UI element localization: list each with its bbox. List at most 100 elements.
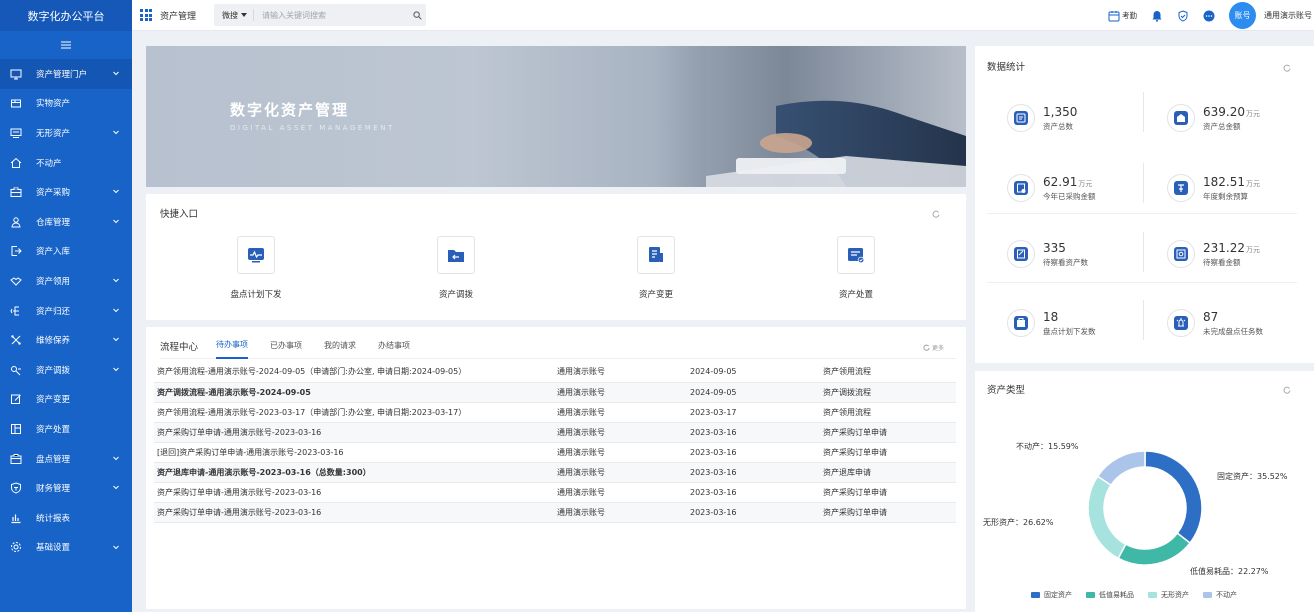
pending-assets-icon xyxy=(1007,240,1035,268)
more-link[interactable]: 更多 xyxy=(923,343,944,352)
menu-toggle-icon[interactable] xyxy=(0,31,132,59)
sidebar-item-edit[interactable]: 资产变更 xyxy=(0,385,132,415)
sidebar-item-label: 资产采购 xyxy=(36,188,71,199)
legend-item[interactable]: 固定资产 xyxy=(1031,590,1072,600)
sidebar-item-chart[interactable]: 统计报表 xyxy=(0,503,132,533)
sidebar-item-home[interactable]: 不动产 xyxy=(0,148,132,178)
chevron-down-icon xyxy=(112,69,120,77)
legend-label: 低值易耗品 xyxy=(1099,591,1134,599)
stat-value: 182.51 xyxy=(1203,174,1245,189)
flow-row-title[interactable]: 资产退库申请-通用演示账号-2023-03-16（总数量:300） xyxy=(154,462,554,483)
sidebar-item-box[interactable]: 实物资产 xyxy=(0,89,132,119)
quick-entry-asset-change[interactable]: 资产变更 xyxy=(596,236,716,300)
tab-todo[interactable]: 待办事项 xyxy=(216,333,249,359)
tab-closed[interactable]: 办结事项 xyxy=(378,333,410,359)
table-row[interactable]: 资产调拨流程-通用演示账号-2024-09-05 通用演示账号 2024-09-05… xyxy=(154,382,956,403)
sidebar-item-label: 不动产 xyxy=(36,158,62,169)
import-icon xyxy=(9,245,22,258)
avatar[interactable]: 账号 xyxy=(1229,2,1256,29)
tab-done[interactable]: 已办事项 xyxy=(270,333,302,359)
pie-slice-low-value-consumables[interactable] xyxy=(1117,532,1192,566)
attendance-button[interactable]: 考勤 xyxy=(1108,10,1137,22)
stat-label: 年度剩余预算 xyxy=(1203,191,1248,201)
stat-unfinished-task: 87 未完成盘点任务数 xyxy=(1167,298,1314,348)
table-row[interactable]: 资产领用流程-通用演示账号-2023-03-17（申请部门:办公室, 申请日期:… xyxy=(154,402,956,423)
table-row[interactable]: 资产采购订单申请-通用演示账号-2023-03-16 通用演示账号 2023-03-… xyxy=(154,502,956,523)
apps-grid-icon[interactable] xyxy=(140,9,152,21)
stat-label: 未完成盘点任务数 xyxy=(1203,326,1263,336)
asset-count-icon xyxy=(1007,104,1035,132)
sidebar-item-dispose[interactable]: 资产处置 xyxy=(0,414,132,444)
sidebar-item-warehouse[interactable]: 仓库管理 xyxy=(0,207,132,237)
search-input[interactable] xyxy=(254,5,409,25)
flow-row-title[interactable]: 资产采购订单申请-通用演示账号-2023-03-16 xyxy=(154,422,554,443)
legend-item[interactable]: 低值易耗品 xyxy=(1086,590,1134,600)
quick-entry-asset-dispose[interactable]: 资产处置 xyxy=(796,236,916,300)
pie-slice-intangible-assets[interactable] xyxy=(1087,475,1127,560)
legend-item[interactable]: 不动产 xyxy=(1203,590,1237,600)
table-row[interactable]: 资产采购订单申请-通用演示账号-2023-03-16 通用演示账号 2023-03-… xyxy=(154,422,956,443)
tools-icon xyxy=(9,334,22,347)
flow-row-title[interactable]: 资产领用流程-通用演示账号-2023-03-17（申请部门:办公室, 申请日期:… xyxy=(154,402,554,423)
flow-row-date: 2023-03-16 xyxy=(687,422,820,443)
flow-row-date: 2024-09-05 xyxy=(687,382,820,403)
username[interactable]: 通用演示账号 xyxy=(1264,10,1312,21)
sidebar-item-transfer[interactable]: 资产调拨 xyxy=(0,355,132,385)
chevron-down-icon xyxy=(112,483,120,491)
search-icon[interactable] xyxy=(408,10,426,20)
inventory-icon xyxy=(9,452,22,465)
stat-label: 盘点计划下发数 xyxy=(1043,326,1096,336)
tab-my-requests[interactable]: 我的请求 xyxy=(324,333,356,359)
shield-check-icon[interactable] xyxy=(1177,9,1189,22)
table-row[interactable]: 资产退库申请-通用演示账号-2023-03-16（总数量:300） 通用演示账号 2… xyxy=(154,462,956,483)
flow-row-title[interactable]: [退回]资产采购订单申请-通用演示账号-2023-03-16 xyxy=(154,442,554,463)
table-row[interactable]: [退回]资产采购订单申请-通用演示账号-2023-03-16 通用演示账号 2023… xyxy=(154,442,956,463)
sidebar-item-import[interactable]: 资产入库 xyxy=(0,237,132,267)
table-row[interactable]: 资产采购订单申请-通用演示账号-2023-03-16 通用演示账号 2023-03-… xyxy=(154,482,956,503)
chevron-down-icon xyxy=(112,306,120,314)
stat-unit: 万元 xyxy=(1246,179,1260,188)
flow-row-title[interactable]: 资产领用流程-通用演示账号-2024-09-05（申请部门:办公室, 申请日期:… xyxy=(154,362,554,383)
sidebar-item-shield[interactable]: 财务管理 xyxy=(0,473,132,503)
flow-row-user: 通用演示账号 xyxy=(554,422,687,443)
legend-item[interactable]: 无形资产 xyxy=(1148,590,1189,600)
quick-entry-folder-transfer[interactable]: 资产调拨 xyxy=(396,236,516,300)
sidebar-item-tools[interactable]: 维修保养 xyxy=(0,325,132,355)
more-icon[interactable] xyxy=(1203,10,1215,22)
flow-row-title[interactable]: 资产采购订单申请-通用演示账号-2023-03-16 xyxy=(154,502,554,523)
sidebar-item-monitor[interactable]: 资产管理门户 xyxy=(0,59,132,89)
flow-row-title[interactable]: 资产采购订单申请-通用演示账号-2023-03-16 xyxy=(154,482,554,503)
legend-swatch xyxy=(1086,592,1095,598)
chart-legend: 固定资产 低值易耗品 无形资产 不动产 xyxy=(1031,590,1237,600)
pie-slice-real-estate[interactable] xyxy=(1096,450,1146,487)
sidebar-item-inventory[interactable]: 盘点管理 xyxy=(0,444,132,474)
table-row[interactable]: 资产领用流程-通用演示账号-2024-09-05（申请部门:办公室, 申请日期:… xyxy=(154,362,956,383)
sidebar-item-label: 资产归还 xyxy=(36,306,71,317)
inventory-plan-icon xyxy=(1007,309,1035,337)
shield-icon xyxy=(9,482,22,495)
handshake-icon xyxy=(9,274,22,287)
flow-row-title[interactable]: 资产调拨流程-通用演示账号-2024-09-05 xyxy=(154,382,554,403)
search-scope-select[interactable]: 微搜 xyxy=(214,9,255,21)
stat-value: 231.22 xyxy=(1203,240,1245,255)
flow-row-date: 2023-03-16 xyxy=(687,462,820,483)
sidebar-item-settings[interactable]: 基础设置 xyxy=(0,533,132,563)
chart-icon xyxy=(9,511,22,524)
sidebar-item-label: 资产处置 xyxy=(36,424,71,435)
sidebar-item-return[interactable]: 资产归还 xyxy=(0,296,132,326)
quick-entry-plan-dispatch[interactable]: 盘点计划下发 xyxy=(196,236,316,300)
refresh-icon[interactable] xyxy=(1283,64,1291,72)
briefcase-icon xyxy=(9,186,22,199)
calendar-icon xyxy=(1108,10,1120,21)
refresh-icon[interactable] xyxy=(932,210,940,218)
sidebar-item-handshake[interactable]: 资产领用 xyxy=(0,266,132,296)
sidebar-item-briefcase[interactable]: 资产采购 xyxy=(0,177,132,207)
sidebar-item-label: 资产领用 xyxy=(36,276,71,287)
stat-unit: 万元 xyxy=(1246,109,1260,118)
stat-label: 待察看金额 xyxy=(1203,257,1241,267)
notification-bell-icon[interactable] xyxy=(1151,10,1163,22)
pie-slice-label: 固定资产：35.52% xyxy=(1217,472,1288,481)
chevron-down-icon xyxy=(112,128,120,136)
sidebar-item-display[interactable]: 无形资产 xyxy=(0,118,132,148)
pie-slice-fixed-assets[interactable] xyxy=(1144,450,1203,545)
